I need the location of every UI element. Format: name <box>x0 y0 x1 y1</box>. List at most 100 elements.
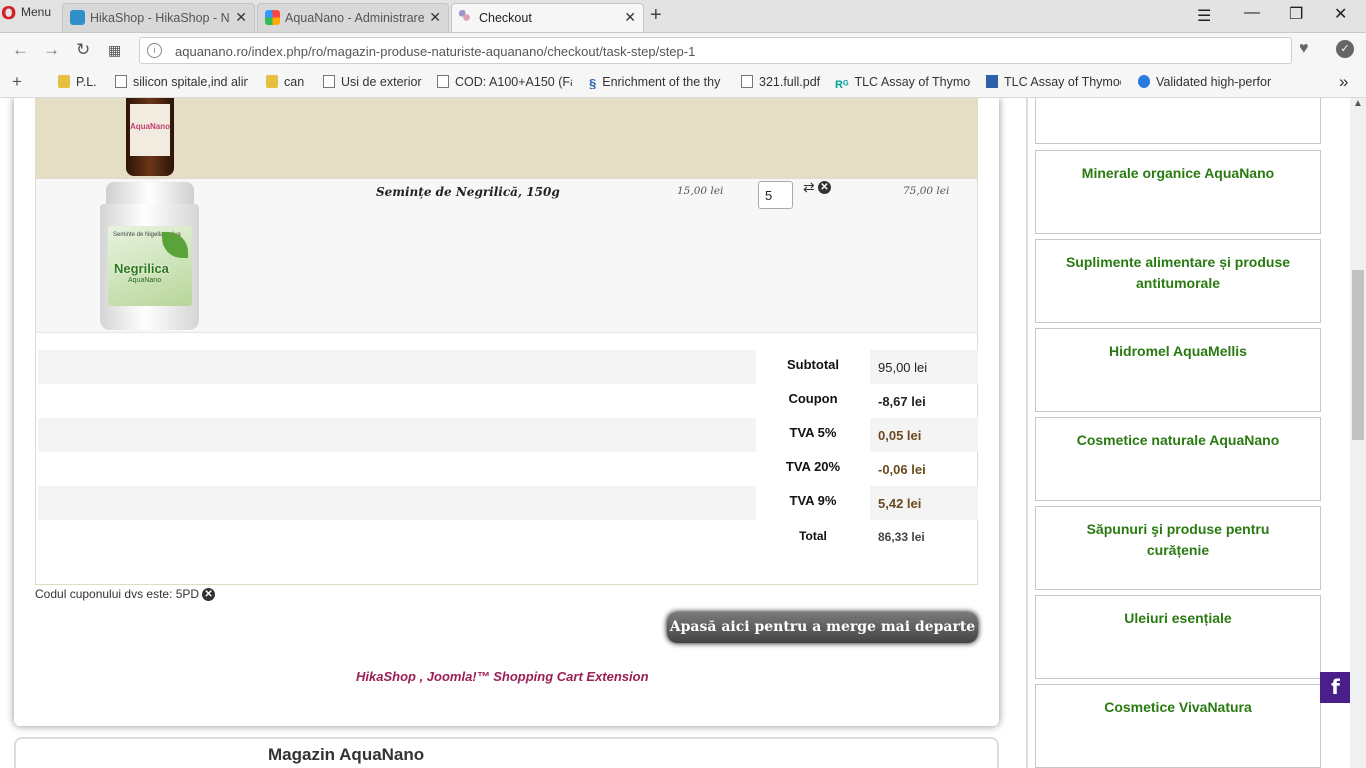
tab-title: HikaShop - HikaShop - Ne <box>90 11 230 25</box>
product-image-jar[interactable]: Seminte de Nigella sativa Negrilica Aqua… <box>100 182 199 332</box>
sidebar-category-previous[interactable] <box>1035 98 1321 144</box>
totals-row-total: Total 86,33 lei <box>38 520 978 554</box>
site-favicon-icon <box>459 10 474 25</box>
scrollbar-thumb[interactable] <box>1352 270 1364 440</box>
new-tab-button[interactable]: + <box>650 4 662 27</box>
totals-value: 86,33 lei <box>878 530 925 544</box>
sidebar-category[interactable]: Cosmetice VivaNatura <box>1035 684 1321 768</box>
leaf-icon <box>162 232 188 258</box>
tab-hikashop[interactable]: HikaShop - HikaShop - Ne ✕ <box>62 3 255 32</box>
totals-label: TVA 20% <box>785 459 841 474</box>
totals-value: 0,05 lei <box>878 428 922 443</box>
totals-label: Subtotal <box>787 357 839 372</box>
joomla-favicon-icon <box>265 10 280 25</box>
jar-product-label: Negrilica <box>114 261 169 276</box>
quantity-input[interactable] <box>758 181 793 209</box>
vertical-scrollbar[interactable]: ▲ <box>1350 98 1366 768</box>
address-toolbar: ← → ↻ ▦ i aquanano.ro/index.php/ro/magaz… <box>0 33 1366 67</box>
document-icon <box>741 75 753 88</box>
close-window-icon[interactable]: ✕ <box>1334 4 1347 24</box>
totals-row-subtotal: Subtotal 95,00 lei <box>38 350 978 384</box>
close-tab-icon[interactable]: ✕ <box>429 9 441 26</box>
sidebar-category[interactable]: Suplimente alimentare și produse antitum… <box>1035 239 1321 323</box>
forward-icon[interactable]: → <box>43 40 60 60</box>
document-icon <box>437 75 449 88</box>
totals-row-tva5: TVA 5% 0,05 lei <box>38 418 978 452</box>
tab-checkout[interactable]: Checkout ✕ <box>451 3 644 32</box>
totals-label: TVA 9% <box>789 493 837 508</box>
totals-value: -0,06 lei <box>878 462 926 477</box>
dna-icon: § <box>589 76 597 89</box>
product-name[interactable]: Semințe de Negrilică, 150g <box>376 185 560 199</box>
tlc-icon <box>986 75 998 88</box>
totals-value: 95,00 lei <box>878 360 928 375</box>
cart-row-product: Seminte de Nigella sativa Negrilica Aqua… <box>36 178 977 333</box>
cart-row-highlighted: AquaNano <box>36 98 977 178</box>
document-icon <box>323 75 335 88</box>
url-field[interactable]: i aquanano.ro/index.php/ro/magazin-produ… <box>139 37 1292 64</box>
totals-label: Coupon <box>788 391 838 406</box>
close-tab-icon[interactable]: ✕ <box>235 9 247 26</box>
remove-coupon-icon[interactable]: ✕ <box>202 588 216 601</box>
product-image-bottle[interactable]: AquaNano <box>126 98 174 176</box>
facebook-icon[interactable]: f <box>1320 672 1351 703</box>
researchgate-icon: Rᴳ <box>835 79 849 91</box>
bookmark-item[interactable]: Usi de exterior <box>323 75 428 89</box>
remove-item-icon[interactable]: ✕ <box>818 181 831 194</box>
totals-label: Total <box>799 529 827 543</box>
minimize-icon[interactable]: — <box>1244 4 1260 22</box>
tab-title: AquaNano - Administrare <box>285 11 424 25</box>
jar-brand-label: AquaNano <box>128 277 162 284</box>
bookmark-item[interactable]: silicon spitale,ind alim <box>115 75 248 89</box>
globe-icon <box>1138 75 1150 88</box>
bookmark-item[interactable]: Validated high-perfor <box>1138 75 1273 89</box>
bookmark-item[interactable]: 321.full.pdf <box>741 75 826 89</box>
sidebar-category[interactable]: Hidromel AquaMellis <box>1035 328 1321 412</box>
footer-module: Magazin AquaNano <box>14 737 999 768</box>
bookmarks-bar: + P.L. silicon spitale,ind alim can Usi … <box>0 67 1366 98</box>
sidebar-category[interactable]: Săpunuri şi produse pentru curățenie <box>1035 506 1321 590</box>
bookmark-item[interactable]: COD: A100+A150 (Fa <box>437 75 572 89</box>
sidebar-category[interactable]: Uleiuri esențiale <box>1035 595 1321 679</box>
scroll-up-icon[interactable]: ▲ <box>1353 98 1363 109</box>
sidebar-divider <box>1026 98 1028 768</box>
totals-label: TVA 5% <box>789 425 837 440</box>
refresh-quantity-icon[interactable]: ⇄ <box>803 179 815 196</box>
powered-by-link[interactable]: HikaShop , Joomla!™ Shopping Cart Extens… <box>356 669 649 684</box>
totals-row-tva9: TVA 9% 5,42 lei <box>38 486 978 520</box>
product-unit-price: 15,00 lei <box>677 185 724 197</box>
speed-dial-icon[interactable]: ▦ <box>108 42 121 59</box>
product-total-price: 75,00 lei <box>903 185 950 197</box>
bookmark-heart-icon[interactable]: ♥ <box>1299 40 1309 58</box>
site-info-icon[interactable]: i <box>147 43 162 58</box>
close-tab-icon[interactable]: ✕ <box>624 9 636 26</box>
totals-row-tva20: TVA 20% -0,06 lei <box>38 452 978 486</box>
reload-icon[interactable]: ↻ <box>76 40 90 60</box>
url-text[interactable]: aquanano.ro/index.php/ro/magazin-produse… <box>175 44 695 59</box>
opera-logo-icon: O <box>1 3 17 24</box>
sidebar-category[interactable]: Cosmetice naturale AquaNano <box>1035 417 1321 501</box>
hikashop-favicon-icon <box>70 10 85 25</box>
menu-label: Menu <box>21 5 52 19</box>
bookmark-item[interactable]: P.L. <box>58 75 108 89</box>
bookmark-item[interactable]: can <box>266 75 316 89</box>
totals-value: -8,67 lei <box>878 394 926 409</box>
sidebar-category[interactable]: Minerale organice AquaNano <box>1035 150 1321 234</box>
tab-administrare[interactable]: AquaNano - Administrare ✕ <box>257 3 449 32</box>
folder-icon <box>266 75 278 88</box>
more-bookmarks-icon[interactable]: » <box>1339 72 1348 92</box>
coupon-text: Codul cuponului dvs este: 5PD <box>35 587 200 601</box>
bookmark-item[interactable]: Rᴳ TLC Assay of Thymoq <box>835 75 970 92</box>
opera-menu-button[interactable]: O Menu <box>0 0 58 32</box>
back-icon[interactable]: ← <box>12 40 29 60</box>
vpn-icon[interactable]: ✓ <box>1336 40 1354 58</box>
bookmark-item[interactable]: § Enrichment of the thy <box>589 75 724 89</box>
bottle-label: AquaNano <box>130 122 170 131</box>
restore-icon[interactable]: ❐ <box>1289 4 1303 24</box>
page-content: AquaNano Seminte de Nigella sativa Negri… <box>0 98 1366 768</box>
tab-bar: O Menu HikaShop - HikaShop - Ne ✕ AquaNa… <box>0 0 1366 33</box>
next-step-button[interactable]: Apasă aici pentru a merge mai departe <box>667 612 978 643</box>
add-bookmark-icon[interactable]: + <box>12 72 22 92</box>
tab-menu-icon[interactable]: ☰ <box>1197 6 1211 26</box>
bookmark-item[interactable]: TLC Assay of Thymoq <box>986 75 1121 89</box>
